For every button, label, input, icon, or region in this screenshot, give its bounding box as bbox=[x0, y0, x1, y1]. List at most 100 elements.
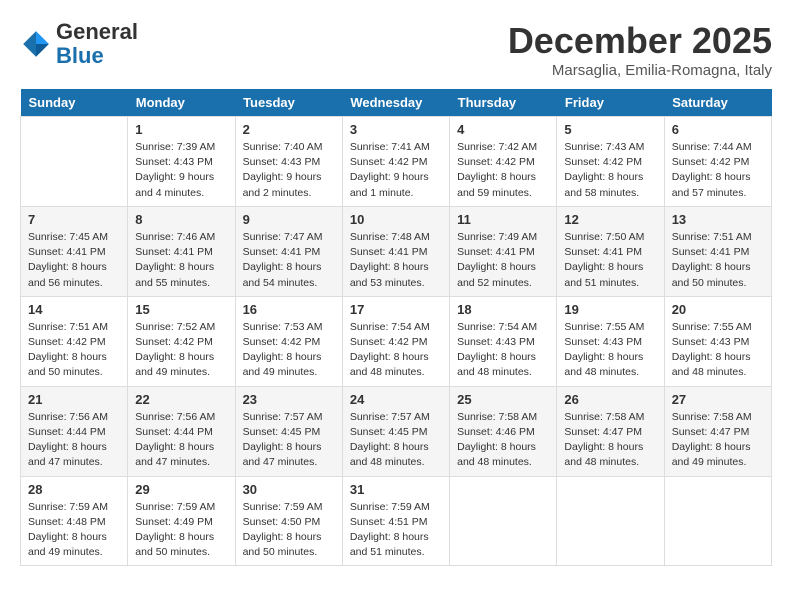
calendar-cell: 16 Sunrise: 7:53 AM Sunset: 4:42 PM Dayli… bbox=[235, 296, 342, 386]
title-block: December 2025 Marsaglia, Emilia-Romagna,… bbox=[508, 20, 772, 79]
calendar-cell: 25 Sunrise: 7:58 AM Sunset: 4:46 PM Dayli… bbox=[450, 386, 557, 476]
day-info: Sunrise: 7:47 AM Sunset: 4:41 PM Dayligh… bbox=[243, 230, 335, 291]
day-info: Sunrise: 7:42 AM Sunset: 4:42 PM Dayligh… bbox=[457, 140, 549, 201]
calendar-cell: 5 Sunrise: 7:43 AM Sunset: 4:42 PM Daylig… bbox=[557, 117, 664, 207]
day-info: Sunrise: 7:58 AM Sunset: 4:47 PM Dayligh… bbox=[564, 410, 656, 471]
logo: General Blue bbox=[20, 20, 138, 68]
day-number: 8 bbox=[135, 212, 227, 227]
day-info: Sunrise: 7:56 AM Sunset: 4:44 PM Dayligh… bbox=[28, 410, 120, 471]
day-info: Sunrise: 7:56 AM Sunset: 4:44 PM Dayligh… bbox=[135, 410, 227, 471]
day-number: 19 bbox=[564, 302, 656, 317]
day-info: Sunrise: 7:43 AM Sunset: 4:42 PM Dayligh… bbox=[564, 140, 656, 201]
calendar-cell: 23 Sunrise: 7:57 AM Sunset: 4:45 PM Dayli… bbox=[235, 386, 342, 476]
day-number: 7 bbox=[28, 212, 120, 227]
day-number: 28 bbox=[28, 482, 120, 497]
day-info: Sunrise: 7:55 AM Sunset: 4:43 PM Dayligh… bbox=[672, 320, 764, 381]
weekday-header-sunday: Sunday bbox=[21, 89, 128, 117]
calendar-cell bbox=[21, 117, 128, 207]
day-info: Sunrise: 7:40 AM Sunset: 4:43 PM Dayligh… bbox=[243, 140, 335, 201]
weekday-header-row: SundayMondayTuesdayWednesdayThursdayFrid… bbox=[21, 89, 772, 117]
day-info: Sunrise: 7:46 AM Sunset: 4:41 PM Dayligh… bbox=[135, 230, 227, 291]
day-number: 6 bbox=[672, 122, 764, 137]
calendar-cell: 12 Sunrise: 7:50 AM Sunset: 4:41 PM Dayli… bbox=[557, 206, 664, 296]
calendar-cell: 21 Sunrise: 7:56 AM Sunset: 4:44 PM Dayli… bbox=[21, 386, 128, 476]
day-number: 20 bbox=[672, 302, 764, 317]
day-number: 4 bbox=[457, 122, 549, 137]
logo-icon bbox=[20, 28, 52, 60]
week-row-5: 28 Sunrise: 7:59 AM Sunset: 4:48 PM Dayli… bbox=[21, 476, 772, 566]
location: Marsaglia, Emilia-Romagna, Italy bbox=[508, 62, 772, 79]
day-number: 17 bbox=[350, 302, 442, 317]
calendar-cell: 7 Sunrise: 7:45 AM Sunset: 4:41 PM Daylig… bbox=[21, 206, 128, 296]
day-number: 18 bbox=[457, 302, 549, 317]
calendar-cell: 4 Sunrise: 7:42 AM Sunset: 4:42 PM Daylig… bbox=[450, 117, 557, 207]
day-number: 23 bbox=[243, 392, 335, 407]
calendar-cell: 11 Sunrise: 7:49 AM Sunset: 4:41 PM Dayli… bbox=[450, 206, 557, 296]
calendar-cell: 24 Sunrise: 7:57 AM Sunset: 4:45 PM Dayli… bbox=[342, 386, 449, 476]
calendar-cell: 10Sunrise: 7:48 AM Sunset: 4:41 PM Dayli… bbox=[342, 206, 449, 296]
day-number: 5 bbox=[564, 122, 656, 137]
calendar-cell: 18 Sunrise: 7:54 AM Sunset: 4:43 PM Dayli… bbox=[450, 296, 557, 386]
day-number: 14 bbox=[28, 302, 120, 317]
calendar-cell: 3 Sunrise: 7:41 AM Sunset: 4:42 PM Daylig… bbox=[342, 117, 449, 207]
day-number: 15 bbox=[135, 302, 227, 317]
calendar-cell: 19 Sunrise: 7:55 AM Sunset: 4:43 PM Dayli… bbox=[557, 296, 664, 386]
day-info: Sunrise: 7:41 AM Sunset: 4:42 PM Dayligh… bbox=[350, 140, 442, 201]
day-number: 25 bbox=[457, 392, 549, 407]
weekday-header-friday: Friday bbox=[557, 89, 664, 117]
calendar-cell: 15Sunrise: 7:52 AM Sunset: 4:42 PM Dayli… bbox=[128, 296, 235, 386]
page-header: General Blue December 2025 Marsaglia, Em… bbox=[20, 20, 772, 79]
calendar-cell: 26 Sunrise: 7:58 AM Sunset: 4:47 PM Dayli… bbox=[557, 386, 664, 476]
day-info: Sunrise: 7:44 AM Sunset: 4:42 PM Dayligh… bbox=[672, 140, 764, 201]
day-info: Sunrise: 7:59 AM Sunset: 4:49 PM Dayligh… bbox=[135, 500, 227, 561]
day-number: 22 bbox=[135, 392, 227, 407]
weekday-header-thursday: Thursday bbox=[450, 89, 557, 117]
calendar-cell: 14Sunrise: 7:51 AM Sunset: 4:42 PM Dayli… bbox=[21, 296, 128, 386]
day-number: 27 bbox=[672, 392, 764, 407]
day-info: Sunrise: 7:54 AM Sunset: 4:42 PM Dayligh… bbox=[350, 320, 442, 381]
calendar-cell: 28 Sunrise: 7:59 AM Sunset: 4:48 PM Dayli… bbox=[21, 476, 128, 566]
day-number: 12 bbox=[564, 212, 656, 227]
calendar-cell: 27 Sunrise: 7:58 AM Sunset: 4:47 PM Dayli… bbox=[664, 386, 771, 476]
day-info: Sunrise: 7:57 AM Sunset: 4:45 PM Dayligh… bbox=[350, 410, 442, 471]
day-number: 2 bbox=[243, 122, 335, 137]
day-info: Sunrise: 7:58 AM Sunset: 4:47 PM Dayligh… bbox=[672, 410, 764, 471]
day-number: 1 bbox=[135, 122, 227, 137]
calendar-cell: 31Sunrise: 7:59 AM Sunset: 4:51 PM Dayli… bbox=[342, 476, 449, 566]
week-row-4: 21 Sunrise: 7:56 AM Sunset: 4:44 PM Dayli… bbox=[21, 386, 772, 476]
day-info: Sunrise: 7:48 AM Sunset: 4:41 PM Dayligh… bbox=[350, 230, 442, 291]
week-row-3: 14Sunrise: 7:51 AM Sunset: 4:42 PM Dayli… bbox=[21, 296, 772, 386]
day-info: Sunrise: 7:45 AM Sunset: 4:41 PM Dayligh… bbox=[28, 230, 120, 291]
month-title: December 2025 bbox=[508, 20, 772, 62]
day-info: Sunrise: 7:59 AM Sunset: 4:50 PM Dayligh… bbox=[243, 500, 335, 561]
calendar-cell: 17 Sunrise: 7:54 AM Sunset: 4:42 PM Dayli… bbox=[342, 296, 449, 386]
calendar-cell: 22 Sunrise: 7:56 AM Sunset: 4:44 PM Dayli… bbox=[128, 386, 235, 476]
day-number: 11 bbox=[457, 212, 549, 227]
day-number: 3 bbox=[350, 122, 442, 137]
calendar-cell: 20 Sunrise: 7:55 AM Sunset: 4:43 PM Dayli… bbox=[664, 296, 771, 386]
day-info: Sunrise: 7:54 AM Sunset: 4:43 PM Dayligh… bbox=[457, 320, 549, 381]
calendar-cell: 13Sunrise: 7:51 AM Sunset: 4:41 PM Dayli… bbox=[664, 206, 771, 296]
day-info: Sunrise: 7:59 AM Sunset: 4:48 PM Dayligh… bbox=[28, 500, 120, 561]
day-info: Sunrise: 7:57 AM Sunset: 4:45 PM Dayligh… bbox=[243, 410, 335, 471]
weekday-header-wednesday: Wednesday bbox=[342, 89, 449, 117]
day-number: 26 bbox=[564, 392, 656, 407]
calendar-cell: 9Sunrise: 7:47 AM Sunset: 4:41 PM Daylig… bbox=[235, 206, 342, 296]
day-info: Sunrise: 7:50 AM Sunset: 4:41 PM Dayligh… bbox=[564, 230, 656, 291]
day-info: Sunrise: 7:53 AM Sunset: 4:42 PM Dayligh… bbox=[243, 320, 335, 381]
day-number: 24 bbox=[350, 392, 442, 407]
day-number: 16 bbox=[243, 302, 335, 317]
day-info: Sunrise: 7:49 AM Sunset: 4:41 PM Dayligh… bbox=[457, 230, 549, 291]
day-number: 30 bbox=[243, 482, 335, 497]
day-number: 31 bbox=[350, 482, 442, 497]
weekday-header-monday: Monday bbox=[128, 89, 235, 117]
week-row-1: 1 Sunrise: 7:39 AM Sunset: 4:43 PM Daylig… bbox=[21, 117, 772, 207]
day-info: Sunrise: 7:51 AM Sunset: 4:41 PM Dayligh… bbox=[672, 230, 764, 291]
day-number: 21 bbox=[28, 392, 120, 407]
logo-blue: Blue bbox=[56, 43, 104, 68]
weekday-header-tuesday: Tuesday bbox=[235, 89, 342, 117]
day-info: Sunrise: 7:55 AM Sunset: 4:43 PM Dayligh… bbox=[564, 320, 656, 381]
day-info: Sunrise: 7:39 AM Sunset: 4:43 PM Dayligh… bbox=[135, 140, 227, 201]
day-number: 29 bbox=[135, 482, 227, 497]
day-info: Sunrise: 7:58 AM Sunset: 4:46 PM Dayligh… bbox=[457, 410, 549, 471]
